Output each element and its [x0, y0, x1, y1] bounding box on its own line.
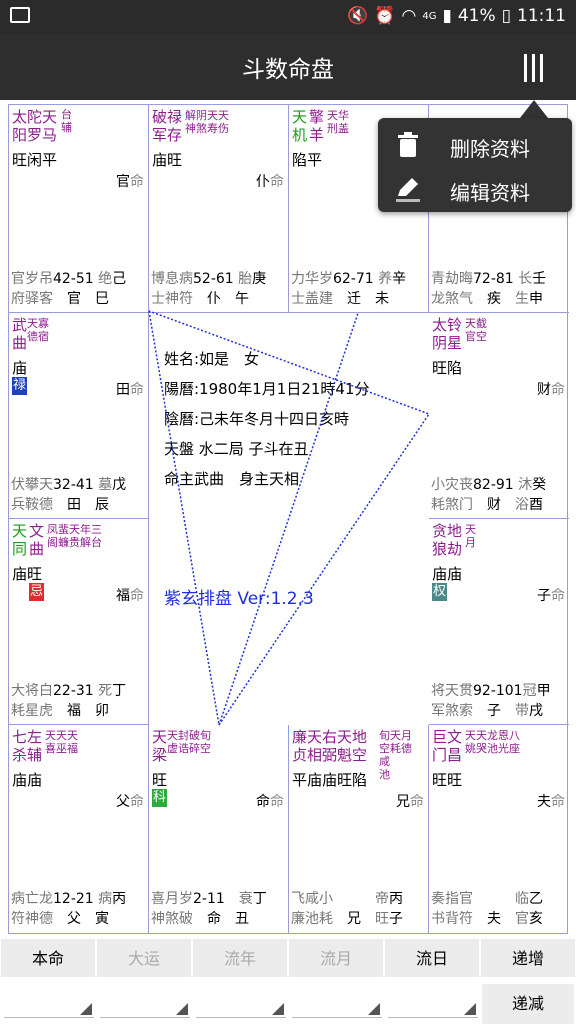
- network-type: 4G: [422, 10, 437, 22]
- signal-icon: ▮: [442, 6, 452, 26]
- tab-benming[interactable]: 本命: [0, 938, 96, 978]
- battery-level: 41%: [457, 6, 496, 26]
- menu-edit-item[interactable]: 编辑资料: [378, 166, 572, 212]
- app-title: 斗数命盘: [242, 57, 334, 83]
- alarm-icon: ⏰: [374, 6, 396, 26]
- decrement-button[interactable]: 递减: [482, 984, 574, 1024]
- wifi-icon: ◠: [401, 6, 417, 26]
- tab-liuyue[interactable]: 流月: [288, 938, 384, 978]
- pencil-icon: [396, 178, 420, 202]
- dropdown-icon: [176, 1003, 188, 1015]
- selector-4[interactable]: [292, 988, 382, 1018]
- increment-button[interactable]: 递增: [480, 938, 576, 978]
- menu-delete-label: 删除资料: [450, 137, 530, 161]
- selector-3[interactable]: [196, 988, 286, 1018]
- chart-board: 太陀天 阳罗马 台辅 旺闲平 官命 官岁吊42-51 绝己 府驿客 官 巳 破禄军…: [8, 104, 569, 934]
- mode-tabs: 本命 大运 流年 流月 流日 递增: [0, 938, 576, 980]
- selector-1[interactable]: [4, 988, 94, 1018]
- dropdown-icon: [272, 1003, 284, 1015]
- app-bar: 斗数命盘: [0, 34, 576, 100]
- popup-menu: 删除资料 编辑资料: [378, 118, 572, 212]
- trash-icon: [398, 132, 418, 157]
- dropdown-icon: [464, 1003, 476, 1015]
- popup-arrow: [520, 100, 548, 118]
- tab-dayun[interactable]: 大运: [96, 938, 192, 978]
- overflow-menu-icon[interactable]: [522, 54, 544, 82]
- menu-delete-item[interactable]: 删除资料: [378, 122, 572, 168]
- selector-2[interactable]: [100, 988, 190, 1018]
- status-right: 🔇 ⏰ ◠ 4G ▮ 41% ▯ 11:11: [347, 6, 566, 26]
- image-notification-icon: [10, 7, 30, 23]
- battery-icon: ▯: [501, 6, 511, 26]
- clock: 11:11: [517, 6, 566, 26]
- menu-edit-label: 编辑资料: [450, 181, 530, 205]
- sanfang-lines: [148, 310, 431, 727]
- dropdown-icon: [368, 1003, 380, 1015]
- status-bar: 🔇 ⏰ ◠ 4G ▮ 41% ▯ 11:11: [0, 0, 576, 34]
- tab-liunian[interactable]: 流年: [192, 938, 288, 978]
- selector-5[interactable]: [388, 988, 478, 1018]
- tab-liuri[interactable]: 流日: [384, 938, 480, 978]
- dropdown-icon: [80, 1003, 92, 1015]
- mute-icon: 🔇: [347, 6, 369, 26]
